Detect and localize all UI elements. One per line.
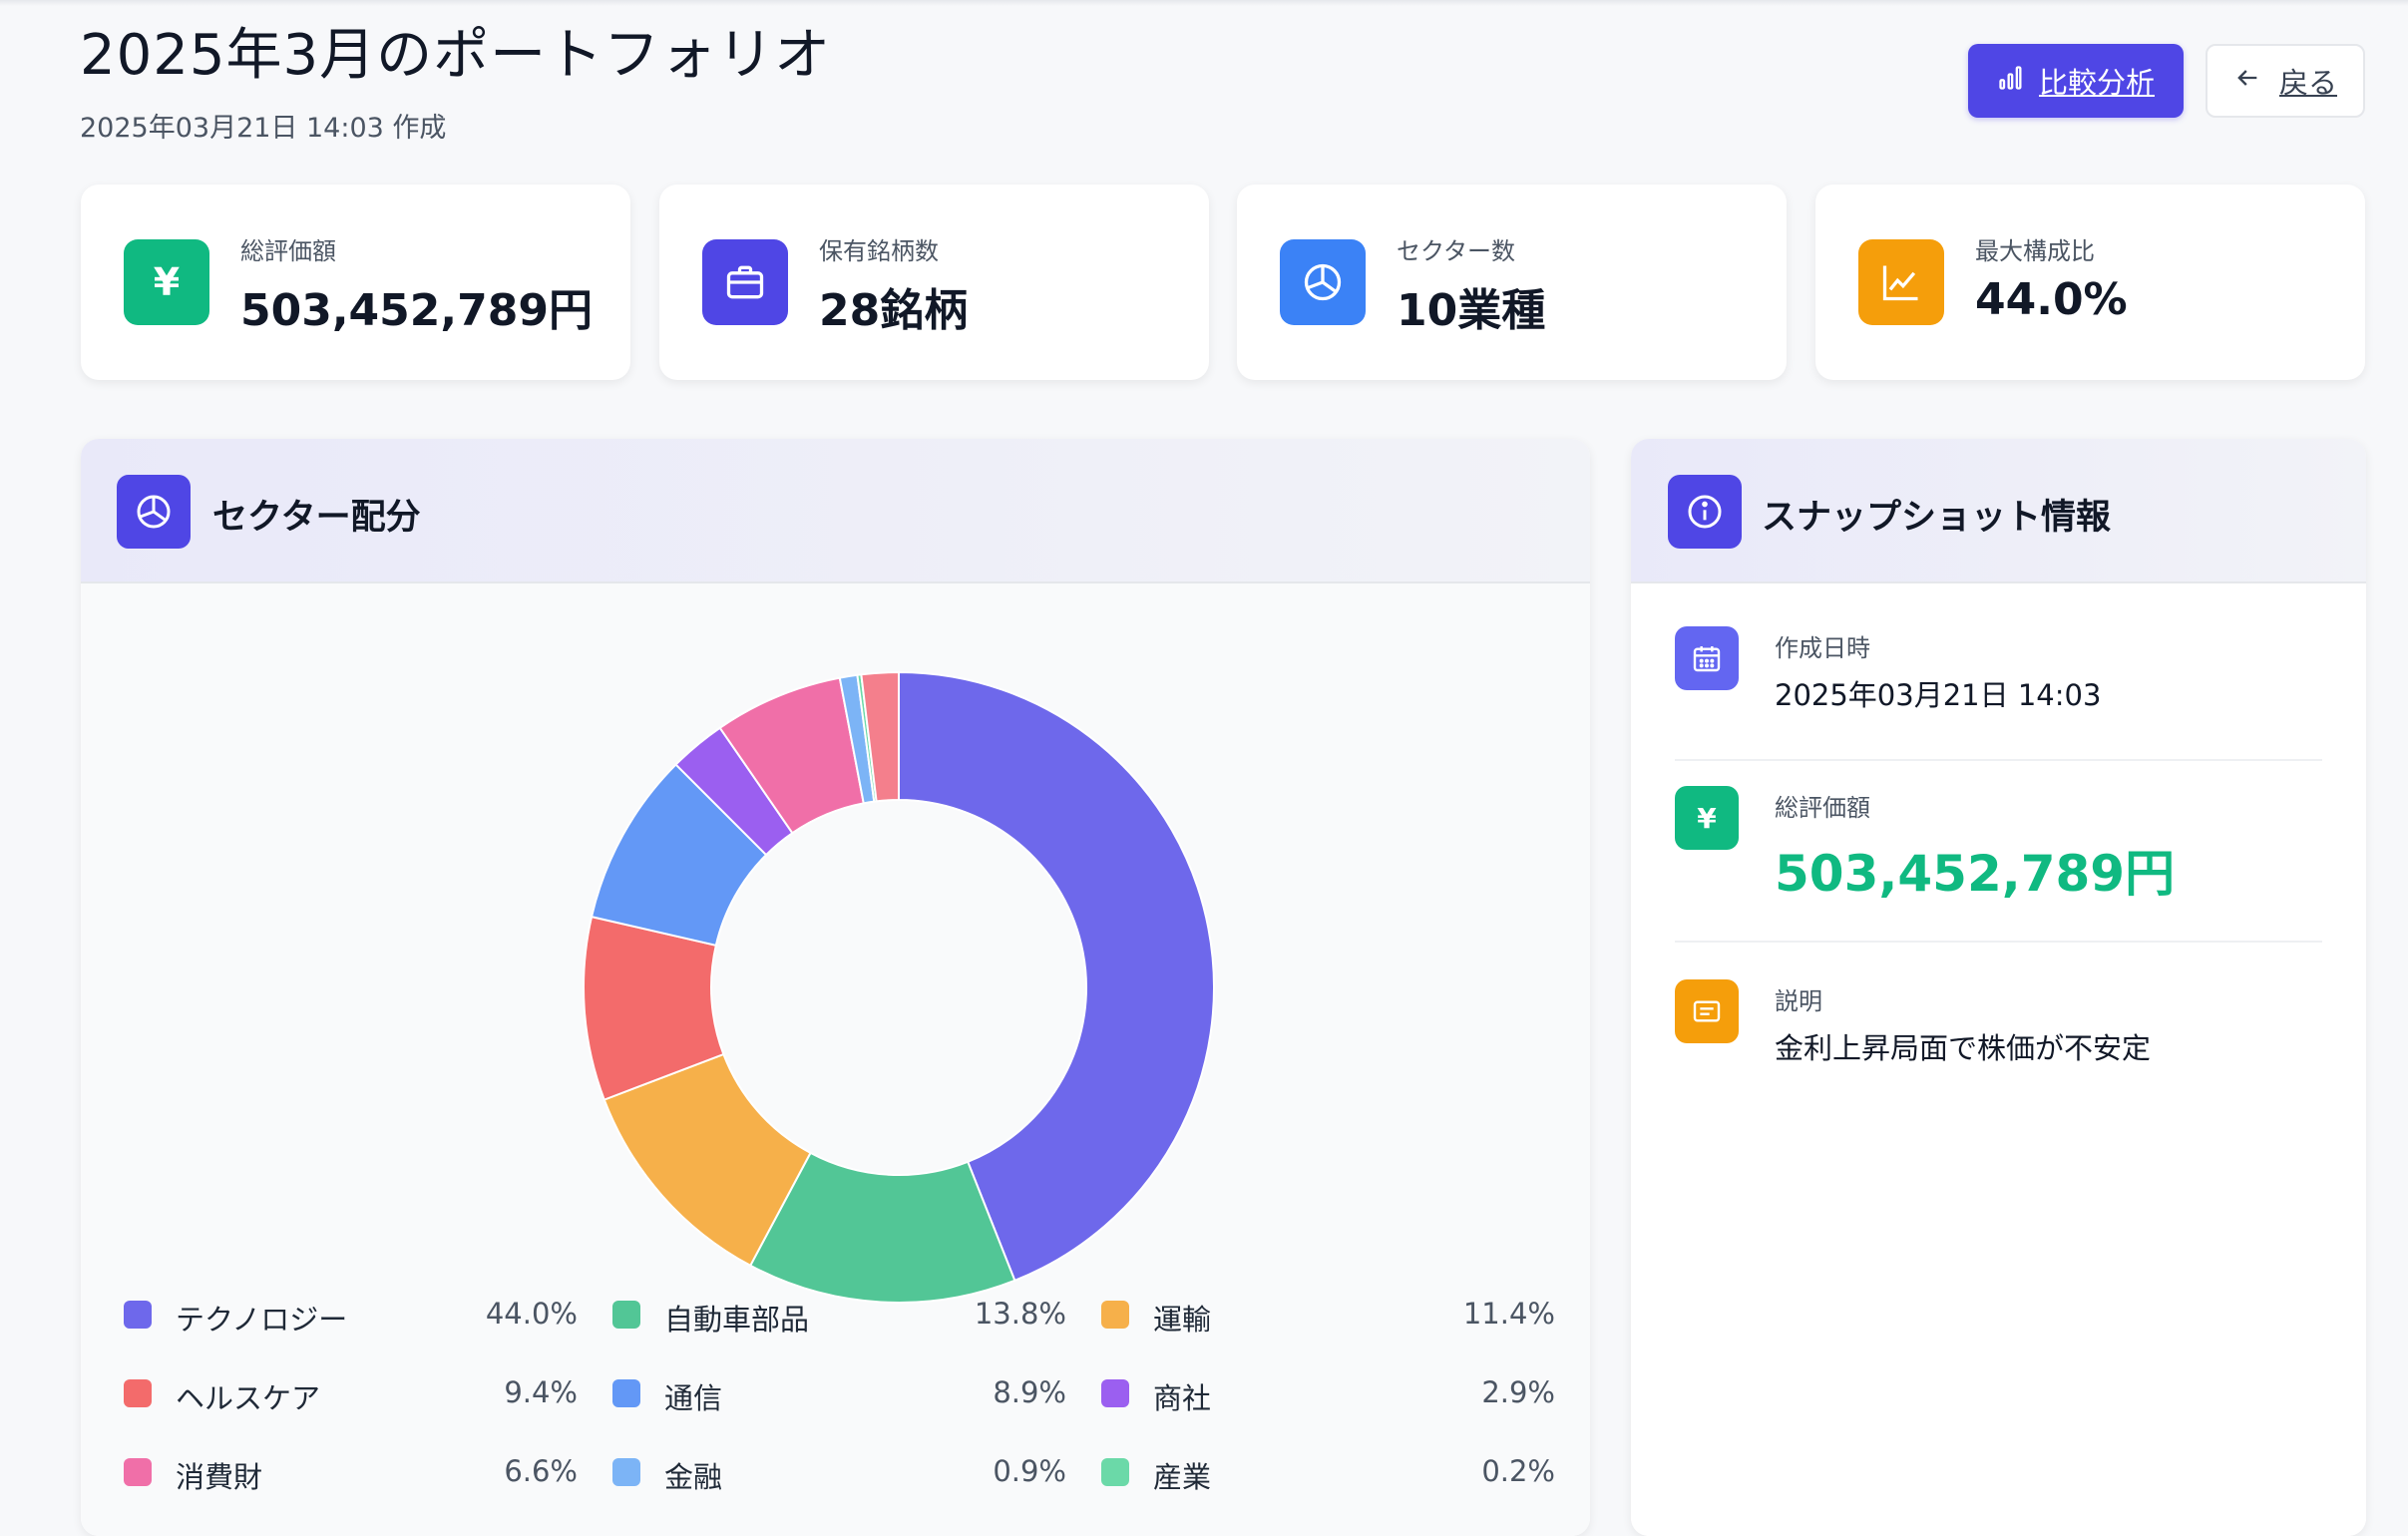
- stat-card-max-ratio: 最大構成比 44.0%: [1815, 185, 2365, 380]
- pie-chart-icon: [1280, 239, 1366, 325]
- stat-label: 総評価額: [240, 237, 336, 265]
- info-created: 作成日時 2025年03月21日 14:03: [1675, 626, 2322, 736]
- page-title: 2025年3月のポートフォリオ: [80, 23, 832, 88]
- stat-card-sectors: セクター数 10業種: [1237, 185, 1787, 380]
- line-chart-icon: [1858, 239, 1944, 325]
- info-label: 説明: [1775, 987, 1822, 1015]
- legend-item: 商社 2.9%: [1101, 1373, 1555, 1415]
- info-total-value: ¥ 総評価額 503,452,789円: [1675, 786, 2322, 906]
- stat-value: 503,452,789円: [240, 285, 593, 336]
- legend-swatch: [1101, 1379, 1129, 1407]
- legend-swatch: [612, 1458, 640, 1486]
- stat-card-total-value: ¥ 総評価額 503,452,789円: [81, 185, 630, 380]
- message-icon: [1675, 979, 1739, 1043]
- legend-swatch: [612, 1301, 640, 1329]
- info-label: 作成日時: [1775, 634, 1870, 662]
- legend-pct: 2.9%: [1481, 1375, 1555, 1409]
- divider: [1675, 941, 2322, 943]
- info-description: 説明 金利上昇局面で株価が不安定: [1675, 979, 2322, 1089]
- info-icon: [1668, 475, 1742, 549]
- legend-name: テクノロジー: [176, 1303, 348, 1337]
- legend-pct: 44.0%: [485, 1297, 578, 1331]
- snapshot-info-panel: スナップショット情報 作成日時 2025年03月21日 14:03 ¥ 総評価額…: [1631, 439, 2366, 1536]
- legend-swatch: [612, 1379, 640, 1407]
- top-shadow: [0, 0, 2408, 6]
- legend-name: 運輸: [1153, 1303, 1212, 1337]
- legend-item: 消費財 6.6%: [124, 1452, 578, 1494]
- snapshot-info-body: 作成日時 2025年03月21日 14:03 ¥ 総評価額 503,452,78…: [1631, 583, 2366, 1536]
- panel-header: スナップショット情報: [1631, 439, 2366, 583]
- info-label: 総評価額: [1775, 794, 1870, 822]
- stat-label: 保有銘柄数: [819, 237, 939, 265]
- page-header: 2025年3月のポートフォリオ 2025年03月21日 14:03 作成: [80, 22, 831, 145]
- panel-title: セクター配分: [212, 498, 421, 538]
- legend-swatch: [1101, 1458, 1129, 1486]
- stat-value: 28銘柄: [819, 285, 969, 336]
- legend-name: 通信: [664, 1381, 723, 1415]
- legend-pct: 13.8%: [974, 1297, 1066, 1331]
- legend-pct: 0.2%: [1481, 1454, 1555, 1488]
- legend-name: ヘルスケア: [176, 1381, 321, 1415]
- legend-name: 消費財: [176, 1460, 263, 1494]
- legend-swatch: [1101, 1301, 1129, 1329]
- yen-icon: ¥: [124, 239, 209, 325]
- info-value: 2025年03月21日 14:03: [1775, 678, 2102, 712]
- arrow-left-icon: [2233, 64, 2261, 99]
- compare-analysis-button[interactable]: 比較分析: [1968, 44, 2184, 118]
- legend-pct: 11.4%: [1462, 1297, 1555, 1331]
- legend-swatch: [124, 1379, 152, 1407]
- compare-analysis-label: 比較分析: [2038, 66, 2155, 100]
- stat-card-holdings: 保有銘柄数 28銘柄: [659, 185, 1209, 380]
- legend-name: 商社: [1153, 1381, 1212, 1415]
- back-button[interactable]: 戻る: [2206, 44, 2365, 118]
- legend-item: 運輸 11.4%: [1101, 1295, 1555, 1337]
- legend-item: 自動車部品 13.8%: [612, 1295, 1066, 1337]
- legend-item: 通信 8.9%: [612, 1373, 1066, 1415]
- legend-name: 金融: [664, 1460, 723, 1494]
- divider: [1675, 759, 2322, 761]
- legend-pct: 0.9%: [993, 1454, 1066, 1488]
- back-label: 戻る: [2278, 66, 2337, 100]
- legend-name: 産業: [1153, 1460, 1212, 1494]
- legend-swatch: [124, 1458, 152, 1486]
- legend-item: 産業 0.2%: [1101, 1452, 1555, 1494]
- yen-icon: ¥: [1675, 786, 1739, 850]
- page-subtitle: 2025年03月21日 14:03 作成: [80, 113, 447, 144]
- panel-header: セクター配分: [81, 439, 1590, 583]
- calendar-icon: [1675, 626, 1739, 690]
- legend-swatch: [124, 1301, 152, 1329]
- stat-label: 最大構成比: [1975, 237, 2095, 265]
- legend-name: 自動車部品: [664, 1303, 810, 1337]
- pie-chart-icon: [117, 475, 191, 549]
- stat-label: セクター数: [1397, 237, 1516, 265]
- sector-allocation-panel: セクター配分 テクノロジー 44.0% 自動車部品 13.8% 運輸 11.4%…: [81, 439, 1590, 1536]
- legend-item: ヘルスケア 9.4%: [124, 1373, 578, 1415]
- bar-chart-icon: [1997, 64, 2025, 99]
- legend-pct: 9.4%: [504, 1375, 578, 1409]
- legend-pct: 8.9%: [993, 1375, 1066, 1409]
- legend-item: 金融 0.9%: [612, 1452, 1066, 1494]
- info-total-value-text: 503,452,789円: [1775, 845, 2176, 903]
- stat-value: 10業種: [1397, 285, 1546, 336]
- panel-title: スナップショット情報: [1762, 498, 2112, 538]
- legend-item: テクノロジー 44.0%: [124, 1295, 578, 1337]
- legend-pct: 6.6%: [504, 1454, 578, 1488]
- sector-chart-area: テクノロジー 44.0% 自動車部品 13.8% 運輸 11.4% ヘルスケア …: [81, 583, 1590, 1536]
- info-value: 金利上昇局面で株価が不安定: [1775, 1031, 2152, 1065]
- briefcase-icon: [702, 239, 788, 325]
- stat-value: 44.0%: [1975, 274, 2128, 325]
- sector-donut-chart: [583, 670, 1215, 1304]
